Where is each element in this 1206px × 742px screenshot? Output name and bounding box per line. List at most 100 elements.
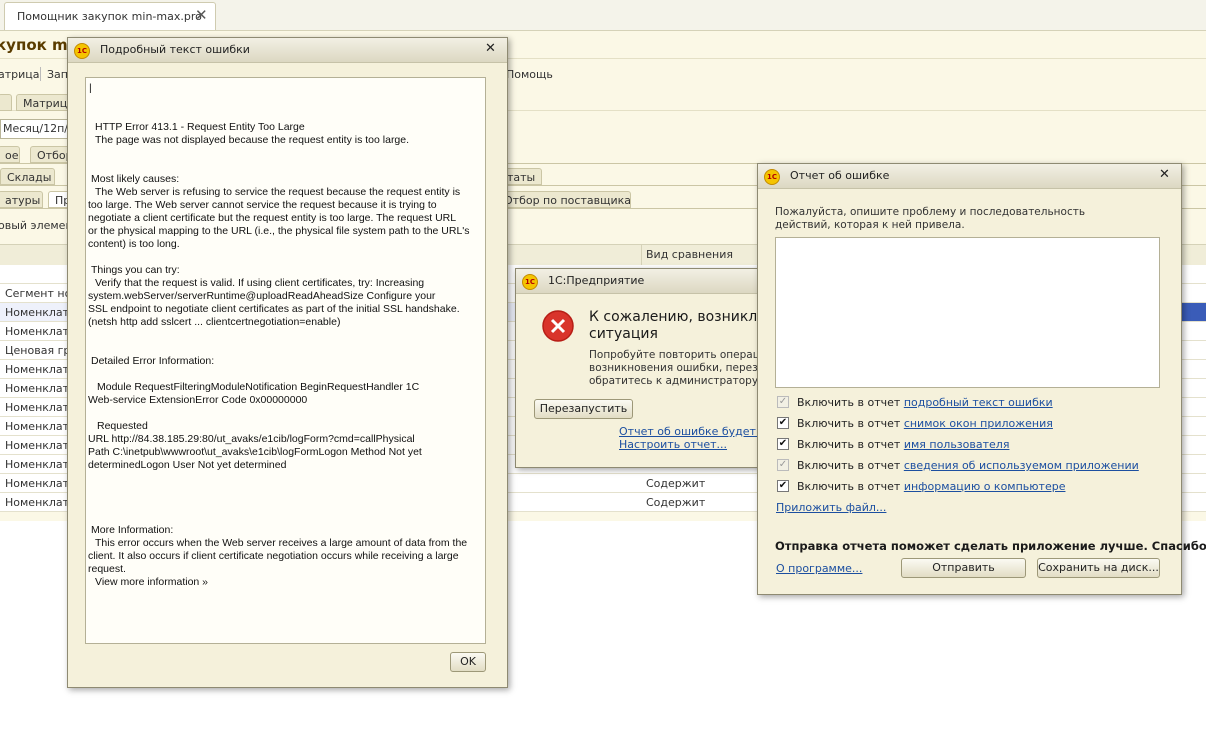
dialog-title: Отчет об ошибке	[790, 169, 890, 182]
row-name: Номенклату	[5, 306, 76, 319]
onec-logo-icon: 1С	[764, 169, 780, 185]
error-text: обратитесь к администратору.	[589, 375, 762, 387]
enterprise-error-dialog: 1С 1С:Предприятие К сожалению, возникла …	[515, 268, 788, 468]
text-cursor: |	[89, 82, 92, 94]
tab-supplier-filter[interactable]: Отбор по поставщикам	[497, 191, 631, 208]
tab-prev[interactable]	[0, 94, 12, 111]
row-compare: Содержит	[646, 477, 706, 490]
error-line: client. It also occurs if client certifi…	[88, 550, 459, 562]
include-app-info-link[interactable]: сведения об используемом приложении	[904, 459, 1139, 472]
include-error-text-checkbox: ✓	[777, 396, 789, 408]
error-line: Things you can try:	[91, 264, 180, 276]
error-text-area[interactable]: | HTTP Error 413.1 - Request Entity Too …	[85, 77, 486, 644]
row-name: Номенклату	[5, 325, 76, 338]
app-tab[interactable]: Помощник закупок min-max.pro ✕	[4, 2, 216, 30]
view-more-link[interactable]: View more information »	[95, 576, 208, 588]
column-separator	[641, 245, 642, 265]
include-computer-info-link[interactable]: информацию о компьютере	[904, 480, 1066, 493]
row-name: Номенклату	[5, 420, 76, 433]
include-label: Включить в отчет имя пользователя	[797, 438, 1010, 451]
dialog-titlebar: 1С 1С:Предприятие	[516, 269, 769, 294]
column-header-compare[interactable]: Вид сравнения	[646, 248, 733, 261]
dialog-titlebar: 1С Подробный текст ошибки ✕	[68, 38, 507, 63]
error-line: This error occurs when the Web server re…	[95, 537, 468, 549]
close-icon[interactable]: ✕	[485, 41, 496, 56]
thanks-text: Отправка отчета поможет сделать приложен…	[775, 539, 1206, 553]
row-name: Номенклату	[5, 382, 76, 395]
attach-file-link[interactable]: Приложить файл...	[776, 501, 886, 514]
dialog-title: 1С:Предприятие	[548, 274, 645, 287]
selection-bar	[1180, 303, 1206, 321]
report-prompt: Пожалуйста, опишите проблему и последова…	[775, 206, 1086, 218]
description-textarea[interactable]	[775, 237, 1160, 388]
error-heading-2: ситуация	[589, 326, 658, 342]
about-link[interactable]: О программе...	[776, 562, 862, 575]
error-line: The Web server is refusing to service th…	[95, 186, 461, 198]
include-username-link[interactable]: имя пользователя	[904, 438, 1010, 451]
tab-filter[interactable]: Отбор	[30, 146, 72, 163]
save-to-disk-button[interactable]: Сохранить на диск...	[1037, 558, 1160, 578]
close-icon[interactable]: ✕	[195, 6, 208, 24]
dialog-titlebar: 1С Отчет об ошибке ✕	[758, 164, 1181, 189]
error-line: Verify that the request is valid. If usi…	[95, 277, 425, 289]
include-label: Включить в отчет сведения об используемо…	[797, 459, 1139, 472]
error-text: Попробуйте повторить операцию	[589, 349, 776, 361]
error-line: Most likely causes:	[91, 173, 180, 185]
error-line: Path C:\inetpub\wwwroot\ut_avaks\e1cib\l…	[88, 446, 422, 458]
error-line: The page was not displayed because the r…	[95, 134, 410, 146]
onec-logo-icon: 1С	[522, 274, 538, 290]
error-line: HTTP Error 413.1 - Request Entity Too La…	[95, 121, 305, 133]
error-detail-dialog: 1С Подробный текст ошибки ✕ | HTTP Error…	[67, 37, 508, 688]
include-computer-info-checkbox[interactable]: ✔	[777, 480, 789, 492]
include-error-text-link[interactable]: подробный текст ошибки	[904, 396, 1053, 409]
row-compare: Содержит	[646, 496, 706, 509]
error-line: Web-service ExtensionError Code 0x000000…	[88, 394, 308, 406]
command-matrix[interactable]: атрица	[0, 68, 40, 81]
send-button[interactable]: Отправить	[901, 558, 1026, 578]
row-name: Номенклату	[5, 477, 76, 490]
tab-nomenclature[interactable]: атуры	[0, 191, 43, 208]
error-line: More Information:	[91, 524, 174, 536]
error-line: Detailed Error Information:	[91, 355, 215, 367]
error-text: возникновения ошибки, перезапу	[589, 362, 778, 374]
error-report-dialog: 1С Отчет об ошибке ✕ Пожалуйста, опишите…	[757, 163, 1206, 595]
include-label: Включить в отчет снимок окон приложения	[797, 417, 1053, 430]
error-icon	[542, 310, 574, 342]
report-prompt: действий, которая к ней привела.	[775, 219, 965, 231]
tab-warehouses[interactable]: Склады	[0, 168, 55, 185]
include-app-info-checkbox: ✓	[777, 459, 789, 471]
error-line: system.webServer/serverRuntime@uploadRea…	[88, 290, 436, 302]
row-name: Номенклату	[5, 363, 76, 376]
row-name: Номенклату	[5, 458, 76, 471]
row-name: Номенклату	[5, 439, 76, 452]
tab-matrix[interactable]: Матрица	[16, 94, 71, 111]
configure-report-link[interactable]: Настроить отчет...	[619, 438, 727, 451]
close-icon[interactable]: ✕	[1159, 167, 1170, 182]
tab-other[interactable]: ое	[0, 146, 20, 163]
period-field[interactable]: Месяц/12п/п	[0, 119, 70, 139]
include-label: Включить в отчет информацию о компьютере	[797, 480, 1066, 493]
error-line: Requested	[97, 420, 148, 432]
error-line: negotiate a client certificate but the r…	[88, 212, 457, 224]
error-line: too large. The Web server cannot service…	[88, 199, 437, 211]
error-line: (netsh http add sslcert ... clientcertne…	[88, 316, 341, 328]
command-help[interactable]: Помощь	[506, 68, 553, 81]
divider	[40, 67, 41, 81]
include-username-checkbox[interactable]: ✔	[777, 438, 789, 450]
app-tab-title: Помощник закупок min-max.pro	[17, 10, 202, 23]
error-line: Module RequestFilteringModuleNotificatio…	[97, 381, 420, 393]
row-name: Номенклату	[5, 496, 76, 509]
error-line: URL http://84.38.185.29:80/ut_avaks/e1ci…	[88, 433, 415, 445]
error-line: SSL endpoint to negotiate client certifi…	[88, 303, 460, 315]
restart-button[interactable]: Перезапустить	[534, 399, 633, 419]
error-line: content) is too long.	[88, 238, 180, 250]
error-line: request.	[88, 563, 126, 575]
ok-button[interactable]: OK	[450, 652, 486, 672]
include-screenshot-link[interactable]: снимок окон приложения	[904, 417, 1053, 430]
error-line: or the physical mapping to the URL (i.e.…	[88, 225, 470, 237]
error-line: determinedLogon User Not yet determined	[88, 459, 287, 471]
onec-logo-icon: 1С	[74, 43, 90, 59]
include-screenshot-checkbox[interactable]: ✔	[777, 417, 789, 429]
include-label: Включить в отчет подробный текст ошибки	[797, 396, 1053, 409]
dialog-title: Подробный текст ошибки	[100, 43, 250, 56]
